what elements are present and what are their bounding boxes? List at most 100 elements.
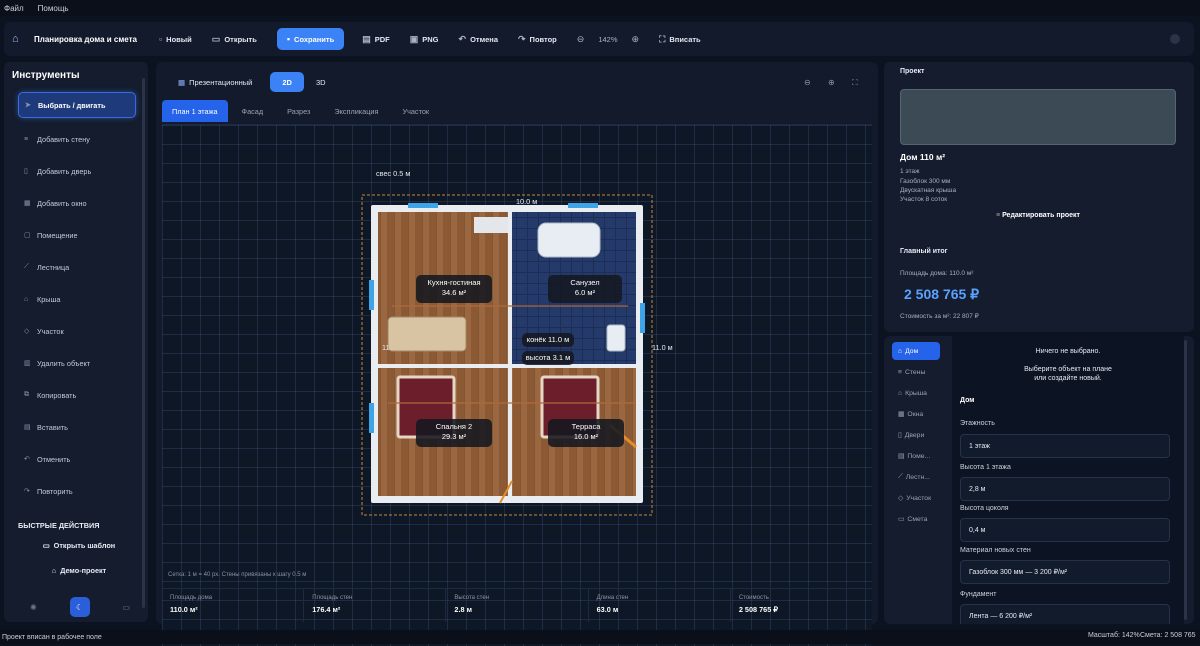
mode-2d-button[interactable]: 2D — [270, 72, 304, 92]
fit-button[interactable]: ⛶ Вписать — [659, 28, 701, 50]
project-heading: Проект — [900, 68, 925, 75]
prop-tab-label: Дом — [905, 347, 919, 355]
window-top-2 — [568, 203, 598, 208]
plinth-height-input[interactable]: 0,4 м — [960, 518, 1170, 542]
demo-project-label: Демо-проект — [60, 565, 107, 575]
tool-room[interactable]: ▢ Помещение — [18, 222, 136, 248]
fit-icon: ⛶ — [659, 33, 666, 44]
room-area: 16.0 м² — [573, 432, 599, 441]
foundation-select[interactable]: Лента — 6 200 ₽/м² — [960, 604, 1170, 624]
roof-icon: ⌂ — [898, 389, 903, 397]
zoom-in-icon[interactable]: ⊕ — [828, 78, 835, 87]
tool-add-window[interactable]: ▦ Добавить окно — [18, 190, 136, 216]
stat-value: 63.0 м — [596, 605, 619, 614]
field-label: Материал новых стен — [960, 547, 1031, 554]
properties-scrollbar[interactable] — [1184, 340, 1187, 620]
room-label-bedroom[interactable]: Спальня 2 29.3 м² — [416, 419, 492, 447]
theme-switcher: ✺ ☾ ▭ — [30, 597, 130, 617]
wall-material-select[interactable]: Газоблок 300 мм — 3 200 ₽/м² — [960, 560, 1170, 584]
new-button[interactable]: ▫ Новый — [159, 28, 192, 50]
redo-button-label: Повтор — [529, 34, 557, 44]
tool-roof[interactable]: ⌂ Крыша — [18, 286, 136, 312]
prop-tab-estimate[interactable]: ▭ Смета — [892, 510, 940, 528]
edit-project-button[interactable]: ≡ Редактировать проект — [900, 212, 1176, 219]
folder-icon: ▭ — [42, 540, 50, 550]
prop-tab-label: Участок — [906, 494, 932, 502]
tool-add-door[interactable]: ▯ Добавить дверь — [18, 158, 136, 184]
tool-plot[interactable]: ◇ Участок — [18, 318, 136, 344]
prop-tab-stairs[interactable]: ⟋ Лестн... — [892, 468, 940, 486]
window-top-1 — [408, 203, 438, 208]
window-icon: ▦ — [898, 411, 905, 418]
open-template-button[interactable]: ▭ Открыть шаблон — [22, 535, 136, 555]
room-label-terrace[interactable]: Терраса 16.0 м² — [548, 419, 624, 447]
tool-undo[interactable]: ↶ Отменить — [18, 446, 136, 472]
prop-tab-walls[interactable]: ≡ Стены — [892, 363, 940, 381]
grid-note: Сетка: 1 м = 40 px. Стены привязаны к ша… — [168, 572, 307, 578]
stairs-icon: ⟋ — [24, 263, 29, 270]
prop-tab-roof[interactable]: ⌂ Крыша — [892, 384, 940, 402]
zoom-out-icon[interactable]: ⊖ — [804, 78, 811, 87]
system-theme-icon[interactable]: ▭ — [122, 603, 130, 612]
tab-explication[interactable]: Экспликация — [324, 100, 388, 122]
tab-section[interactable]: Разрез — [277, 100, 320, 122]
tools-heading: Инструменты — [12, 70, 80, 81]
save-button[interactable]: ▪ Сохранить — [276, 28, 345, 50]
floor-plan-drawing[interactable] — [352, 185, 662, 519]
empty-hint: Выберите объект на плане — [1024, 366, 1112, 373]
zoom-out-icon[interactable]: ⊖ — [577, 34, 585, 45]
tab-facade[interactable]: Фасад — [232, 100, 274, 122]
undo-button[interactable]: ↶ Отмена — [459, 28, 498, 50]
export-png-button[interactable]: ▣ PNG — [410, 28, 439, 50]
tool-copy[interactable]: ⧉ Копировать — [18, 382, 136, 408]
floor-height-input[interactable]: 2,8 м — [960, 477, 1170, 501]
demo-project-button[interactable]: ⌂ Демо-проект — [22, 560, 136, 580]
prop-tab-rooms[interactable]: ▤ Поме... — [892, 447, 940, 465]
prop-tab-doors[interactable]: ▯ Двери — [892, 426, 940, 444]
project-preview[interactable] — [900, 89, 1176, 145]
status-cost: Смета: 2 508 765 — [1140, 632, 1196, 639]
room-label-kitchen[interactable]: Кухня-гостиная 34.6 м² — [416, 275, 492, 303]
moon-icon[interactable]: ☾ — [69, 597, 90, 617]
wall-icon: ≡ — [24, 135, 29, 143]
tab-plot[interactable]: Участок — [392, 100, 439, 122]
zoom-in-icon[interactable]: ⊕ — [632, 34, 640, 45]
mode-3d-button[interactable]: 3D — [310, 72, 332, 92]
menu-file[interactable]: Файл — [4, 4, 24, 13]
open-button[interactable]: ▭ Открыть — [212, 28, 257, 50]
prop-tab-plot[interactable]: ◇ Участок — [892, 489, 940, 507]
menu-help[interactable]: Помощь — [38, 4, 69, 13]
export-pdf-button[interactable]: ▤ PDF — [362, 28, 390, 50]
prop-tab-windows[interactable]: ▦ Окна — [892, 405, 940, 423]
prop-tab-label: Поме... — [907, 452, 931, 460]
tool-add-wall[interactable]: ≡ Добавить стену — [18, 126, 136, 152]
tool-paste[interactable]: ▤ Вставить — [18, 414, 136, 440]
room-name: Спальня 2 — [435, 422, 473, 431]
project-title: Дом 110 м² — [900, 152, 946, 162]
sun-icon[interactable]: ✺ — [30, 603, 37, 612]
room-label-bathroom[interactable]: Санузел 6.0 м² — [548, 275, 622, 303]
tool-delete[interactable]: ▥ Удалить объект — [18, 350, 136, 376]
stairs-icon: ⟋ — [898, 473, 903, 480]
tool-redo[interactable]: ↷ Повторить — [18, 478, 136, 504]
undo-icon: ↶ — [458, 33, 467, 44]
tools-scrollbar[interactable] — [142, 78, 145, 608]
plan-canvas[interactable]: свес 0.5 м 10.0 м 11.0 м 11 конёк 11.0 м… — [162, 124, 872, 646]
fullscreen-icon[interactable]: ⛶ — [852, 78, 858, 88]
tab-floor-plan[interactable]: План 1 этажа — [162, 100, 228, 122]
presentation-toggle[interactable]: ▦ Презентационный — [172, 72, 258, 92]
copy-icon: ⧉ — [24, 391, 29, 398]
prop-tab-house[interactable]: ⌂ Дом — [892, 342, 940, 360]
home-icon[interactable]: ⌂ — [12, 33, 26, 45]
stat-house-area: Площадь дома 110.0 м² — [162, 589, 305, 622]
tool-select[interactable]: ➤ Выбрать / двигать — [18, 92, 136, 118]
floors-select[interactable]: 1 этаж — [960, 434, 1170, 458]
project-detail: Участок 8 соток — [900, 196, 948, 203]
window-right-1 — [640, 303, 645, 333]
field-label: Этажность — [960, 420, 995, 427]
tool-stairs[interactable]: ⟋ Лестница — [18, 254, 136, 280]
settings-icon[interactable] — [1170, 34, 1180, 44]
open-template-label: Открыть шаблон — [53, 540, 116, 550]
redo-button[interactable]: ↷ Повтор — [518, 28, 557, 50]
tool-label: Добавить стену — [37, 134, 90, 144]
